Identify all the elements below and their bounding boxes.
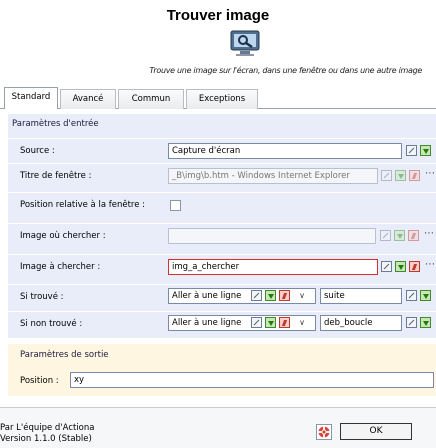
source-label: Source : [20,146,55,156]
window-title-dropdown-icon[interactable] [395,170,406,181]
find-image-row: Image à chercher : img_a_chercher ⋯ [8,254,436,278]
if-found-dropdown-icon[interactable] [265,290,276,301]
if-not-found-variable-icon[interactable] [279,317,290,328]
lifebuoy-icon [318,426,330,438]
find-image-variable-icon[interactable] [409,261,420,272]
if-not-found-action-field[interactable]: Aller à une ligne [168,315,316,331]
dialog-subtitle: Trouve une image sur l'écran, dans une f… [149,66,422,75]
if-found-label: Si trouvé : [20,292,64,302]
ok-button[interactable]: OK [340,423,412,440]
output-params-label: Paramètres de sortie [20,350,109,360]
source-clear-icon[interactable] [406,145,417,156]
relative-position-row: Position relative à la fenêtre : [8,192,436,216]
if-found-clear-icon[interactable] [251,290,262,301]
search-image-row: Image où chercher : ⋯ [8,223,436,247]
if-not-found-chevron-down-icon[interactable]: ∨ [298,316,306,330]
if-found-action-field[interactable]: Aller à une ligne [168,288,316,304]
if-found-chevron-down-icon[interactable]: ∨ [298,289,306,303]
window-title-clear-icon[interactable] [381,170,392,181]
search-image-dropdown-icon[interactable] [394,230,405,241]
help-button[interactable] [316,424,332,440]
tab-standard[interactable]: Standard [4,87,58,109]
if-not-found-clear-icon[interactable] [251,317,262,328]
dialog-title: Trouver image [166,7,270,24]
dialog-header: Trouver image Trouve une image sur l'écr… [0,0,436,84]
if-found-target-field[interactable]: suite [320,288,402,304]
if-not-found-target-field[interactable]: deb_boucle [320,315,402,331]
window-title-label: Titre de fenêtre : [20,171,92,181]
find-image-clear-icon[interactable] [381,261,392,272]
source-row: Source : Capture d'écran [8,138,436,162]
window-title-variable-icon[interactable] [409,170,420,181]
search-image-more-icon[interactable]: ⋯ [421,229,436,245]
search-image-clear-icon[interactable] [380,230,391,241]
tab-common[interactable]: Commun [118,89,184,109]
output-params-panel: Paramètres de sortie Position : xy [8,344,436,396]
if-not-found-target-dropdown-icon[interactable] [420,317,431,328]
position-label: Position : [20,376,59,386]
find-image-field[interactable]: img_a_chercher [168,259,378,275]
source-field[interactable]: Capture d'écran [168,143,402,159]
position-field[interactable]: xy [70,372,434,388]
if-not-found-dropdown-icon[interactable] [265,317,276,328]
window-title-field[interactable]: _B\img\b.htm - Windows Internet Explorer [168,168,378,184]
search-image-label: Image où chercher : [20,231,106,241]
if-not-found-row: Si non trouvé : Aller à une ligne ∨ deb_… [8,311,436,335]
find-image-more-icon[interactable]: ⋯ [422,260,436,276]
credit-version: Version 1.1.0 (Stable) [0,434,92,444]
relative-position-label: Position relative à la fenêtre : [20,200,146,210]
credit-author: Par L'équipe d'Actiona [0,423,95,433]
relative-position-checkbox[interactable] [170,200,181,211]
window-title-more-icon[interactable]: ⋯ [422,169,436,185]
if-found-variable-icon[interactable] [279,290,290,301]
input-params-label: Paramètres d'entrée [12,119,99,129]
source-dropdown-icon[interactable] [420,145,431,156]
search-image-variable-icon[interactable] [408,230,419,241]
if-not-found-label: Si non trouvé : [20,319,83,329]
if-found-target-clear-icon[interactable] [406,290,417,301]
window-title-row: Titre de fenêtre : _B\img\b.htm - Window… [8,163,436,187]
tab-bar: Standard Avancé Commun Exceptions [0,87,436,109]
find-image-label: Image à chercher : [20,262,101,272]
tab-exceptions[interactable]: Exceptions [186,89,258,109]
if-found-row: Si trouvé : Aller à une ligne ∨ suite [8,284,436,308]
search-image-field[interactable] [168,228,376,244]
if-found-target-dropdown-icon[interactable] [420,290,431,301]
if-not-found-target-clear-icon[interactable] [406,317,417,328]
dialog-footer: Par L'équipe d'Actiona Version 1.1.0 (St… [0,407,436,448]
tab-advanced[interactable]: Avancé [60,89,116,109]
screen-capture-icon [230,30,260,56]
find-image-dropdown-icon[interactable] [395,261,406,272]
